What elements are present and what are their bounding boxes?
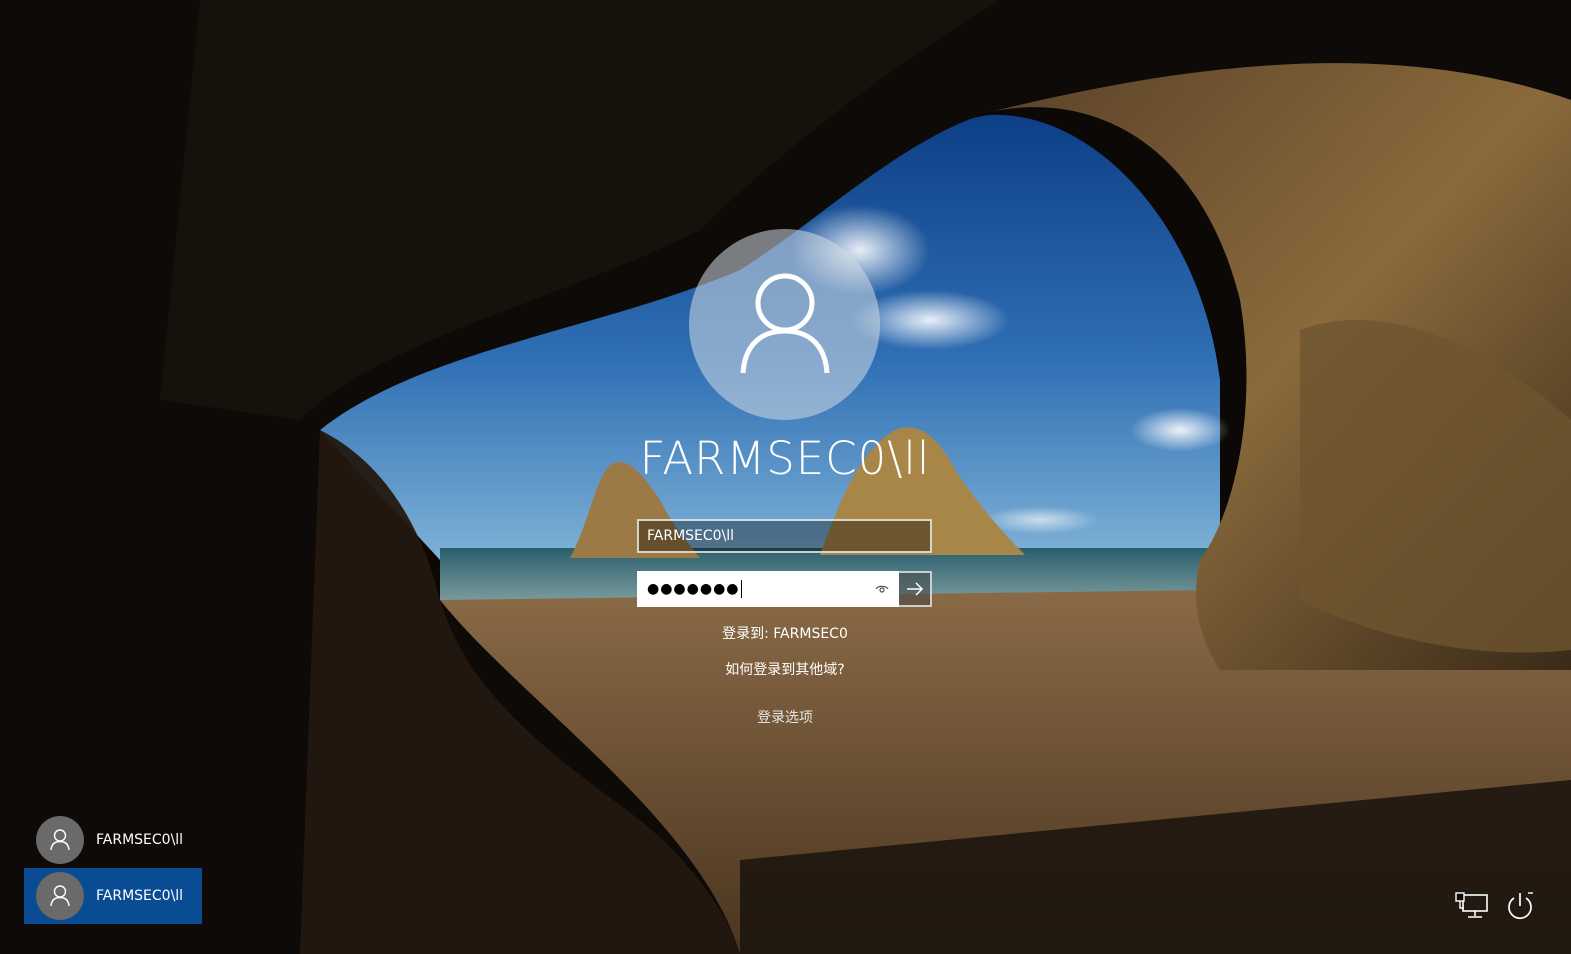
person-icon	[50, 885, 70, 907]
avatar	[36, 872, 84, 920]
reveal-password-button[interactable]	[873, 581, 891, 597]
username-title: FARMSEC0\ll	[639, 432, 931, 485]
password-field[interactable]: ●●●●●●●	[637, 571, 899, 607]
sign-in-options-link[interactable]: 登录选项	[585, 707, 985, 727]
person-icon	[50, 829, 70, 851]
avatar	[36, 816, 84, 864]
network-button[interactable]	[1454, 888, 1490, 924]
person-icon	[740, 273, 829, 373]
power-icon	[1508, 892, 1533, 919]
lock-screen: FARMSEC0\ll FARMSEC0\ll ●●●●●●● 登录到: FAR…	[0, 0, 1571, 954]
password-row: ●●●●●●●	[637, 571, 932, 607]
arrow-right-icon	[906, 582, 923, 596]
network-icon	[1455, 892, 1488, 918]
user-tile[interactable]: FARMSEC0\ll	[24, 812, 202, 868]
sign-in-to-label: 登录到: FARMSEC0	[722, 626, 848, 642]
password-mask: ●●●●●●●	[647, 581, 740, 597]
eye-icon	[875, 585, 889, 593]
user-tile-label: FARMSEC0\ll	[96, 832, 184, 848]
user-avatar	[689, 229, 880, 420]
power-button[interactable]	[1502, 888, 1538, 924]
other-domain-link[interactable]: 如何登录到其他域?	[585, 659, 985, 679]
text-caret	[740, 580, 742, 598]
user-tile-selected[interactable]: FARMSEC0\ll	[24, 868, 202, 924]
username-field[interactable]: FARMSEC0\ll	[637, 519, 932, 553]
submit-button[interactable]	[899, 571, 932, 607]
user-tile-label: FARMSEC0\ll	[96, 888, 184, 904]
